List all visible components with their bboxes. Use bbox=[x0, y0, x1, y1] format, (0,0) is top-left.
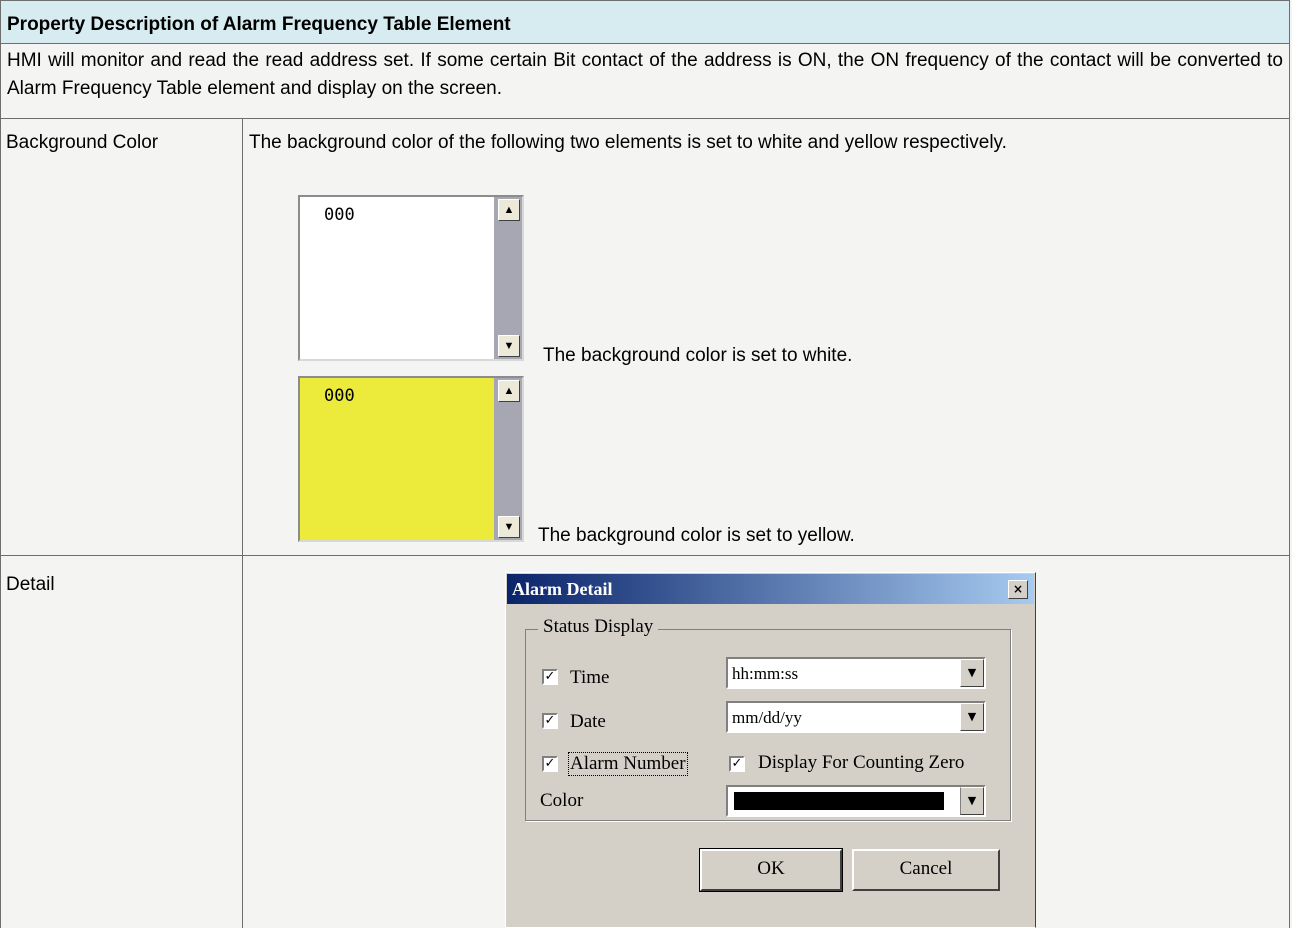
row-divider bbox=[0, 555, 1290, 556]
document-page: Property Description of Alarm Frequency … bbox=[0, 0, 1292, 928]
table-title: Property Description of Alarm Frequency … bbox=[7, 14, 511, 35]
status-display-group: Status Display ✓ Time hh:mm:ss ▼ ✓ Date … bbox=[525, 616, 1011, 821]
intro-text: HMI will monitor and read the read addre… bbox=[7, 50, 1283, 99]
counting-zero-label: Display For Counting Zero bbox=[758, 752, 965, 773]
ok-button[interactable]: OK bbox=[699, 848, 843, 892]
group-title: Status Display bbox=[538, 616, 659, 638]
scroll-down-icon[interactable]: ▼ bbox=[498, 516, 520, 538]
date-format-select[interactable]: mm/dd/yy ▼ bbox=[726, 701, 986, 733]
background-color-description: The background color of the following tw… bbox=[249, 132, 1007, 153]
scroll-up-icon[interactable]: ▲ bbox=[498, 380, 520, 402]
chevron-down-icon[interactable]: ▼ bbox=[960, 787, 984, 815]
dialog-title: Alarm Detail bbox=[512, 579, 613, 599]
yellow-caption: The background color is set to yellow. bbox=[538, 525, 855, 546]
color-label: Color bbox=[540, 790, 584, 811]
listbox-value: 000 bbox=[324, 386, 355, 406]
color-swatch bbox=[734, 792, 944, 810]
cancel-button[interactable]: Cancel bbox=[852, 849, 1000, 891]
date-checkbox[interactable]: ✓ bbox=[542, 713, 558, 729]
intro-row: HMI will monitor and read the read addre… bbox=[0, 43, 1290, 119]
table-header: Property Description of Alarm Frequency … bbox=[0, 0, 1290, 44]
counting-zero-checkbox[interactable]: ✓ bbox=[729, 756, 745, 772]
time-format-value: hh:mm:ss bbox=[732, 664, 799, 683]
yellow-listbox-example[interactable]: 000 ▲ ▼ bbox=[298, 376, 524, 542]
white-caption: The background color is set to white. bbox=[543, 345, 853, 366]
date-format-value: mm/dd/yy bbox=[732, 708, 802, 727]
scrollbar[interactable]: ▲ ▼ bbox=[494, 378, 522, 540]
alarm-number-label: Alarm Number bbox=[568, 752, 688, 776]
scroll-up-icon[interactable]: ▲ bbox=[498, 199, 520, 221]
listbox-value: 000 bbox=[324, 205, 355, 225]
chevron-down-icon[interactable]: ▼ bbox=[960, 659, 984, 687]
dialog-titlebar: Alarm Detail × bbox=[507, 574, 1034, 604]
time-format-select[interactable]: hh:mm:ss ▼ bbox=[726, 657, 986, 689]
white-listbox-example[interactable]: 000 ▲ ▼ bbox=[298, 195, 524, 361]
date-label: Date bbox=[570, 711, 606, 732]
time-label: Time bbox=[570, 667, 610, 688]
right-border bbox=[1289, 119, 1290, 928]
scrollbar[interactable]: ▲ ▼ bbox=[494, 197, 522, 359]
color-select[interactable]: ▼ bbox=[726, 785, 986, 817]
background-color-label: Background Color bbox=[6, 132, 159, 153]
chevron-down-icon[interactable]: ▼ bbox=[960, 703, 984, 731]
scroll-down-icon[interactable]: ▼ bbox=[498, 335, 520, 357]
time-checkbox[interactable]: ✓ bbox=[542, 669, 558, 685]
alarm-detail-dialog: Alarm Detail × Status Display ✓ Time hh:… bbox=[505, 572, 1036, 928]
close-icon[interactable]: × bbox=[1008, 580, 1028, 599]
alarm-number-checkbox[interactable]: ✓ bbox=[542, 756, 558, 772]
detail-label: Detail bbox=[6, 574, 55, 595]
label-column bbox=[0, 119, 243, 928]
